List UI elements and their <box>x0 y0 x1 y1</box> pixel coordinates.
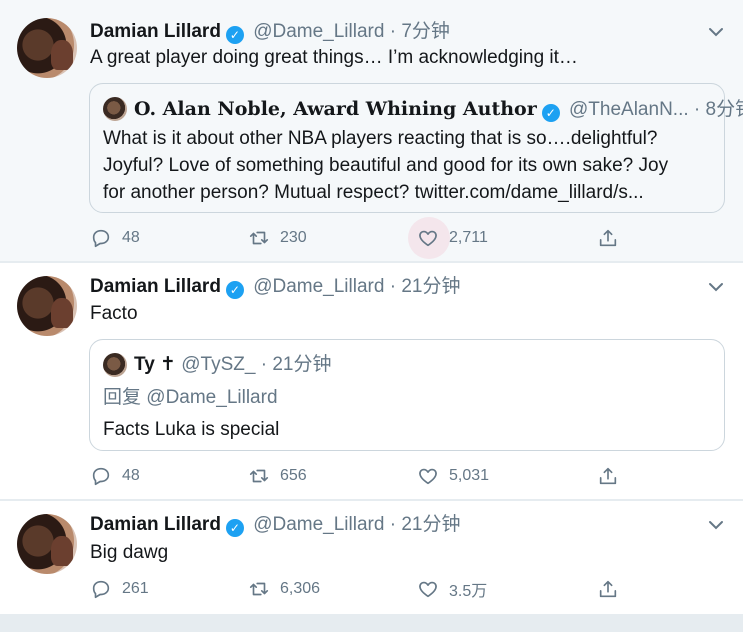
verified-badge-icon: ✓ <box>225 26 244 44</box>
like-icon <box>419 581 437 598</box>
share-button[interactable] <box>597 462 619 490</box>
tweet-text: Facto <box>90 303 138 324</box>
retweet-button[interactable]: 230 <box>248 224 307 252</box>
reply-count: 48 <box>122 467 140 484</box>
like-count: 2,711 <box>449 229 488 246</box>
tweet-time[interactable]: · 21分钟 <box>390 514 461 535</box>
verified-badge-icon: ✓ <box>225 519 244 537</box>
like-icon <box>419 468 437 485</box>
quoted-header: Ty ✝ @TySZ_ · 21分钟 <box>134 353 331 377</box>
quoted-reply-to: 回复 @Dame_Lillard <box>103 387 278 408</box>
quoted-author-handle: @TySZ_ <box>181 354 256 375</box>
tweet-header: Damian Lillard ✓ @Dame_Lillard · 21分钟 <box>90 275 460 299</box>
quoted-author-avatar <box>103 353 127 377</box>
retweet-count: 230 <box>280 229 307 246</box>
retweet-count: 656 <box>280 467 307 484</box>
share-icon <box>599 580 617 598</box>
tweet-feed: Damian Lillard ✓ @Dame_Lillard · 7分钟 A gr… <box>0 0 743 632</box>
share-icon <box>599 467 617 485</box>
like-count: 3.5万 <box>449 583 488 600</box>
retweet-icon <box>249 582 269 596</box>
tweet-header: Damian Lillard ✓ @Dame_Lillard · 7分钟 <box>90 20 450 44</box>
tweet-time[interactable]: · 21分钟 <box>390 276 461 297</box>
tweet-item[interactable]: Damian Lillard ✓ @Dame_Lillard · 21分钟 Fac… <box>0 263 743 499</box>
reply-count: 48 <box>122 229 140 246</box>
like-icon <box>419 230 437 247</box>
like-button[interactable]: 5,031 <box>417 462 489 490</box>
author-name[interactable]: Damian Lillard <box>90 21 221 42</box>
author-avatar[interactable] <box>17 18 77 78</box>
share-button[interactable] <box>597 575 619 603</box>
quoted-tweet[interactable]: Ty ✝ @TySZ_ · 21分钟 回复 @Dame_Lillard Fact… <box>89 339 725 451</box>
quoted-time: · 21分钟 <box>260 354 332 375</box>
chevron-down-icon[interactable] <box>707 516 725 534</box>
quoted-time: · 8分钟 <box>693 99 743 120</box>
quoted-author-name: O. Alan Noble, Award Whining Author <box>134 98 537 120</box>
author-handle[interactable]: @Dame_Lillard <box>253 514 384 535</box>
tweet-header: Damian Lillard ✓ @Dame_Lillard · 21分钟 <box>90 513 460 537</box>
quoted-tweet[interactable]: O. Alan Noble, Award Whining Author ✓ @Th… <box>89 83 743 213</box>
tweet-time[interactable]: · 7分钟 <box>390 21 450 42</box>
chevron-down-icon[interactable] <box>707 23 725 41</box>
quoted-author-avatar <box>103 97 127 121</box>
retweet-icon <box>249 469 269 483</box>
reply-icon <box>92 229 110 248</box>
share-icon <box>599 229 617 247</box>
quoted-text-line: Facts Luka is special <box>103 419 280 440</box>
author-avatar[interactable] <box>17 514 77 574</box>
tweet-actions: 261 6,306 3.5万 <box>90 575 630 603</box>
retweet-icon <box>249 231 269 245</box>
tweet-actions: 48 656 5,031 <box>90 462 630 490</box>
author-handle[interactable]: @Dame_Lillard <box>253 21 384 42</box>
quoted-text-line: for another person? Mutual respect? twit… <box>103 182 644 203</box>
tweet-text: Big dawg <box>90 542 169 563</box>
reply-icon <box>92 467 110 486</box>
author-avatar[interactable] <box>17 276 77 336</box>
retweet-button[interactable]: 656 <box>248 462 307 490</box>
reply-button[interactable]: 261 <box>90 575 149 603</box>
quoted-author-handle: @TheAlanN... <box>569 99 689 120</box>
tweet-text: A great player doing great things… I’m a… <box>90 47 578 68</box>
author-name[interactable]: Damian Lillard <box>90 276 221 297</box>
quoted-text: What is it about other NBA players react… <box>103 125 668 206</box>
quoted-text-line: Joyful? Love of something beautiful and … <box>103 155 669 176</box>
retweet-count: 6,306 <box>280 580 321 597</box>
author-handle[interactable]: @Dame_Lillard <box>253 276 384 297</box>
like-button[interactable]: 3.5万 <box>417 575 487 603</box>
quoted-header: O. Alan Noble, Award Whining Author ✓ @Th… <box>134 97 743 122</box>
tweet-actions: 48 230 2,711 <box>90 217 630 259</box>
tweet-item[interactable]: Damian Lillard ✓ @Dame_Lillard · 7分钟 A gr… <box>0 0 743 261</box>
quoted-text-line: What is it about other NBA players react… <box>103 128 658 149</box>
verified-badge-icon: ✓ <box>225 281 244 299</box>
verified-badge-icon: ✓ <box>541 104 560 122</box>
reply-count: 261 <box>122 580 149 597</box>
quoted-text: 回复 @Dame_Lillard Facts Luka is special <box>103 384 279 443</box>
share-button[interactable] <box>597 224 619 252</box>
like-count: 5,031 <box>449 467 490 484</box>
author-name[interactable]: Damian Lillard <box>90 514 221 535</box>
reply-button[interactable]: 48 <box>90 224 140 252</box>
like-button[interactable]: 2,711 <box>417 224 488 252</box>
retweet-button[interactable]: 6,306 <box>248 575 320 603</box>
quoted-author-name: Ty ✝ <box>134 354 176 375</box>
chevron-down-icon[interactable] <box>707 278 725 296</box>
reply-button[interactable]: 48 <box>90 462 140 490</box>
tweet-item[interactable]: Damian Lillard ✓ @Dame_Lillard · 21分钟 Big… <box>0 501 743 614</box>
reply-icon <box>92 580 110 599</box>
